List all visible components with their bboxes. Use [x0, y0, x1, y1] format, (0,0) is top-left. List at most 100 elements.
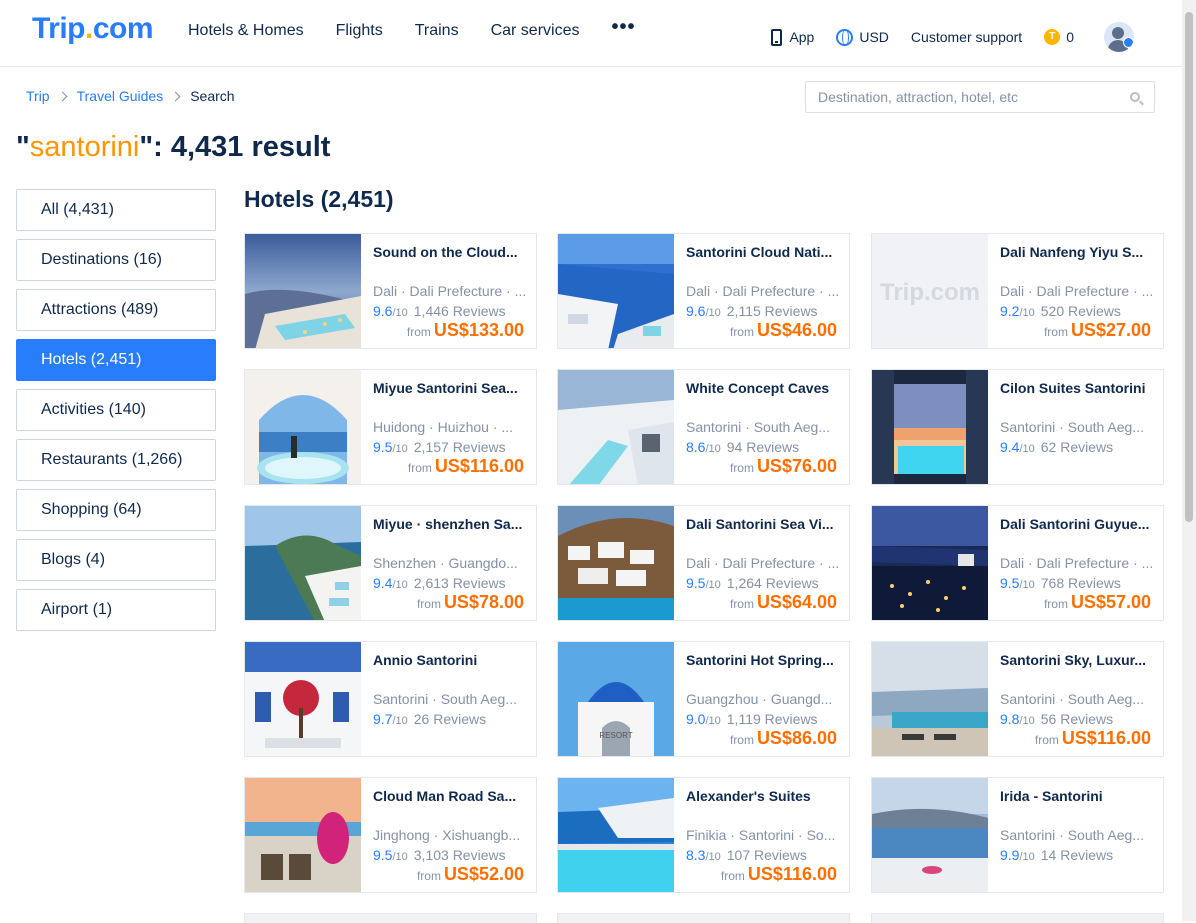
hotel-name[interactable]: Cloud Man Road Sa... — [373, 788, 529, 806]
customer-support-link[interactable]: Customer support — [911, 29, 1022, 45]
hotel-name[interactable]: Miyue · shenzhen Sa... — [373, 516, 529, 534]
hotel-info: Cilon Suites Santorini Santorini · South… — [1000, 380, 1156, 457]
score-max: /10 — [1019, 307, 1035, 319]
filter-destinations[interactable]: Destinations (16) — [16, 239, 216, 281]
hotel-rating: 9.7/10 26 Reviews — [373, 711, 529, 729]
hotel-card[interactable]: Miyue Santorini Sea... Huidong · Huizhou… — [244, 369, 537, 485]
hotel-name[interactable]: Annio Santorini — [373, 652, 529, 670]
hotel-image[interactable] — [558, 234, 674, 348]
hotel-name[interactable]: Santorini Hot Spring... — [686, 652, 842, 670]
hotel-rating: 9.5/10 1,264 Reviews — [686, 575, 842, 593]
filter-activities[interactable]: Activities (140) — [16, 389, 216, 431]
hotel-image[interactable] — [872, 778, 988, 892]
hotel-name[interactable]: Cilon Suites Santorini — [1000, 380, 1156, 398]
category-sidebar: All (4,431) Destinations (16) Attraction… — [16, 189, 216, 639]
header-utilities: App USD Customer support T 0 — [749, 22, 1134, 52]
hotel-image[interactable] — [245, 642, 361, 756]
hotel-card[interactable]: Dali Santorini Sea Vi... Dali · Dali Pre… — [557, 505, 850, 621]
hotel-image[interactable] — [245, 234, 361, 348]
hotel-card[interactable]: Trip.com Dali Nanfeng Yiyu S... Dali · D… — [871, 233, 1164, 349]
hotel-image[interactable]: RESORT — [558, 642, 674, 756]
currency-label: USD — [859, 29, 889, 45]
price-value: US$64.00 — [756, 592, 837, 612]
hotel-image[interactable] — [558, 778, 674, 892]
scrollbar-thumb[interactable] — [1185, 12, 1193, 522]
search-box — [805, 81, 1155, 113]
hotel-card[interactable]: Annio Santorini Santorini · South Aeg...… — [244, 641, 537, 757]
filter-hotels[interactable]: Hotels (2,451) — [16, 339, 216, 381]
hotel-info: Dali Nanfeng Yiyu S... Dali · Dali Prefe… — [1000, 244, 1156, 321]
app-link[interactable]: App — [771, 28, 814, 46]
hotel-rating: 9.5/10 768 Reviews — [1000, 575, 1156, 593]
hotel-name[interactable]: Dali Santorini Guyue... — [1000, 516, 1156, 534]
hotel-location: Shenzhen · Guangdo... — [373, 555, 518, 571]
hotel-name[interactable]: Dali Nanfeng Yiyu S... — [1000, 244, 1156, 262]
score-max: /10 — [392, 579, 408, 591]
hotel-location: Santorini · South Aeg... — [686, 419, 830, 435]
filter-blogs[interactable]: Blogs (4) — [16, 539, 216, 581]
filter-airport[interactable]: Airport (1) — [16, 589, 216, 631]
hotel-card[interactable]: Alexander's Suites Finikia · Santorini ·… — [557, 777, 850, 893]
hotel-card-partial[interactable] — [557, 913, 850, 923]
breadcrumb-trip[interactable]: Trip — [26, 88, 50, 104]
hotel-name[interactable]: White Concept Caves — [686, 380, 842, 398]
hotel-reviews: 2,613 Reviews — [413, 575, 506, 591]
user-avatar[interactable] — [1104, 22, 1134, 52]
filter-all[interactable]: All (4,431) — [16, 189, 216, 231]
filter-restaurants[interactable]: Restaurants (1,266) — [16, 439, 216, 481]
trip-coins[interactable]: T 0 — [1044, 29, 1074, 45]
hotel-card[interactable]: Santorini Cloud Nati... Dali · Dali Pref… — [557, 233, 850, 349]
hotel-name[interactable]: Alexander's Suites — [686, 788, 842, 806]
hotel-name[interactable]: Sound on the Cloud... — [373, 244, 529, 262]
hotel-name[interactable]: Dali Santorini Sea Vi... — [686, 516, 842, 534]
nav-flights[interactable]: Flights — [336, 22, 383, 40]
hotel-card[interactable]: Cloud Man Road Sa... Jinghong · Xishuang… — [244, 777, 537, 893]
hotel-image[interactable] — [872, 370, 988, 484]
filter-shopping[interactable]: Shopping (64) — [16, 489, 216, 531]
currency-selector[interactable]: USD — [836, 28, 889, 46]
hotel-name[interactable]: Miyue Santorini Sea... — [373, 380, 529, 398]
hotel-card-partial[interactable] — [871, 913, 1164, 923]
page-scrollbar[interactable] — [1182, 0, 1196, 921]
filter-attractions[interactable]: Attractions (489) — [16, 289, 216, 331]
search-input[interactable] — [806, 82, 1106, 112]
hotel-card[interactable]: Cilon Suites Santorini Santorini · South… — [871, 369, 1164, 485]
score-max: /10 — [392, 307, 408, 319]
hotel-price: from US$76.00 — [730, 456, 837, 477]
price-from-label: from — [1043, 597, 1068, 611]
hotel-name[interactable]: Irida - Santorini — [1000, 788, 1156, 806]
hotel-card[interactable]: Irida - Santorini Santorini · South Aeg.… — [871, 777, 1164, 893]
nav-more-icon[interactable]: ••• — [611, 17, 635, 38]
hotel-card[interactable]: Miyue · shenzhen Sa... Shenzhen · Guangd… — [244, 505, 537, 621]
hotel-image[interactable] — [245, 778, 361, 892]
hotel-price: from US$133.00 — [407, 320, 524, 341]
hotel-image[interactable] — [245, 370, 361, 484]
chevron-right-icon — [170, 91, 181, 101]
hotel-image[interactable] — [872, 506, 988, 620]
hotel-card[interactable]: Santorini Sky, Luxur... Santorini · Sout… — [871, 641, 1164, 757]
trip-logo[interactable]: Trip.com — [32, 12, 154, 46]
hotel-name[interactable]: Santorini Sky, Luxur... — [1000, 652, 1156, 670]
nav-trains[interactable]: Trains — [415, 22, 459, 40]
hotel-card[interactable]: White Concept Caves Santorini · South Ae… — [557, 369, 850, 485]
hotel-reviews: 1,264 Reviews — [726, 575, 819, 591]
hotel-image[interactable]: Trip.com — [872, 234, 988, 348]
hotel-card[interactable]: RESORT Santorini Hot Spring... Guangzhou… — [557, 641, 850, 757]
search-icon[interactable] — [1130, 92, 1140, 102]
hotel-score: 9.0 — [686, 711, 706, 727]
score-max: /10 — [392, 851, 408, 863]
hotel-image[interactable] — [558, 506, 674, 620]
hotel-location: Dali · Dali Prefecture · ... — [686, 283, 840, 299]
nav-hotels-homes[interactable]: Hotels & Homes — [188, 22, 304, 40]
hotel-image[interactable] — [558, 370, 674, 484]
breadcrumb-travel-guides[interactable]: Travel Guides — [77, 88, 164, 104]
hotel-image[interactable] — [245, 506, 361, 620]
hotel-price: from US$86.00 — [730, 728, 837, 749]
hotel-name[interactable]: Santorini Cloud Nati... — [686, 244, 842, 262]
hotel-price: from US$27.00 — [1044, 320, 1151, 341]
hotel-card[interactable]: Sound on the Cloud... Dali · Dali Prefec… — [244, 233, 537, 349]
nav-car-services[interactable]: Car services — [491, 22, 580, 40]
hotel-card[interactable]: Dali Santorini Guyue... Dali · Dali Pref… — [871, 505, 1164, 621]
hotel-image[interactable] — [872, 642, 988, 756]
hotel-card-partial[interactable] — [244, 913, 537, 923]
